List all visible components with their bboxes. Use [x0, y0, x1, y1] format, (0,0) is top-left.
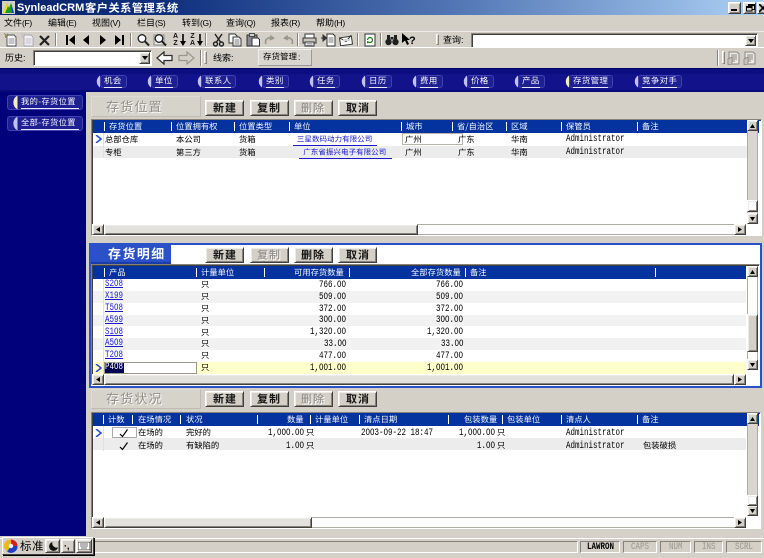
svg-text:?: ? [409, 35, 416, 47]
